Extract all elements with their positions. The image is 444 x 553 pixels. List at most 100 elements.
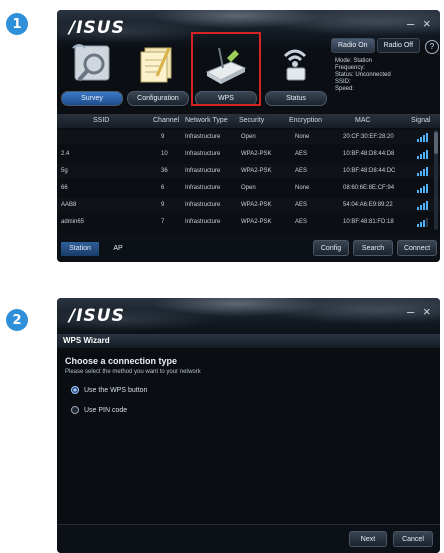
wizard-title: WPS Wizard bbox=[57, 334, 440, 348]
cell-security: Open bbox=[241, 134, 256, 140]
minimize-button[interactable]: – bbox=[407, 16, 414, 31]
cell-security: WPA2-PSK bbox=[241, 168, 272, 174]
cell-ssid: 5g bbox=[61, 168, 68, 174]
cell-encryption: AES bbox=[295, 202, 308, 208]
cell-type: Infrastructure bbox=[185, 134, 221, 140]
option-label: Use PIN code bbox=[84, 406, 128, 414]
radio-unselected-icon[interactable] bbox=[71, 406, 79, 414]
wizard-footer: Next Cancel bbox=[57, 524, 440, 553]
signal-strength-icon bbox=[417, 217, 428, 227]
cell-security: WPA2-PSK bbox=[241, 219, 272, 225]
network-table-header: SSID Channel Network Type Security Encry… bbox=[57, 114, 440, 128]
col-security[interactable]: Security bbox=[239, 114, 264, 128]
step-badge-2: 2 bbox=[6, 309, 28, 331]
step-badge-1: 1 bbox=[6, 13, 28, 35]
cell-channel: 9 bbox=[161, 202, 165, 208]
cell-ssid: 2.4 bbox=[61, 151, 70, 157]
signal-strength-icon bbox=[417, 166, 428, 176]
help-icon[interactable]: ? bbox=[425, 40, 439, 54]
cell-mac: 20:CF:30:EF:28:20 bbox=[343, 134, 394, 140]
status-line: Mode: Station bbox=[335, 58, 373, 64]
cell-mac: 10:BF:48:81:FD:18 bbox=[343, 219, 394, 225]
signal-strength-icon bbox=[417, 200, 428, 210]
status-line: SSID: bbox=[335, 79, 351, 85]
table-scroll-thumb[interactable] bbox=[434, 132, 438, 154]
status-line: Frequency: bbox=[335, 65, 366, 71]
bottom-toolbar: Station AP Config Search Connect bbox=[57, 234, 440, 262]
next-button[interactable]: Next bbox=[349, 531, 387, 547]
col-network-type[interactable]: Network Type bbox=[185, 114, 228, 128]
close-button[interactable]: × bbox=[423, 16, 431, 31]
asus-utility-window: /ISUS – × Survey Configuration WPS Statu… bbox=[57, 10, 440, 262]
status-line: Status: Unconnected bbox=[335, 72, 391, 78]
cell-ssid: 66 bbox=[61, 185, 68, 191]
option-wps-button[interactable]: Use the WPS button bbox=[71, 386, 147, 394]
tab-station[interactable]: Station bbox=[61, 242, 99, 256]
cell-channel: 6 bbox=[161, 185, 165, 191]
cell-type: Infrastructure bbox=[185, 219, 221, 225]
cell-type: Infrastructure bbox=[185, 168, 221, 174]
radio-on-button[interactable]: Radio On bbox=[331, 38, 375, 53]
connect-button[interactable]: Connect bbox=[397, 240, 437, 256]
connection-status: Mode: Station Frequency: Status: Unconne… bbox=[335, 58, 391, 93]
cell-encryption: AES bbox=[295, 168, 308, 174]
signal-strength-icon bbox=[417, 183, 428, 193]
signal-strength-icon bbox=[417, 132, 428, 142]
asus-logo: /ISUS bbox=[69, 18, 125, 38]
cell-encryption: AES bbox=[295, 219, 308, 225]
status-signal-icon bbox=[283, 49, 307, 81]
cell-encryption: AES bbox=[295, 151, 308, 157]
cell-mac: 10:BF:48:D8:44:D8 bbox=[343, 151, 395, 157]
col-signal[interactable]: Signal bbox=[411, 114, 430, 128]
status-line: Speed: bbox=[335, 86, 355, 92]
col-encryption[interactable]: Encryption bbox=[289, 114, 322, 128]
table-row[interactable]: 9 Infrastructure Open None 20:CF:30:EF:28:20 bbox=[57, 130, 440, 144]
option-label: Use the WPS button bbox=[84, 386, 148, 394]
cell-channel: 9 bbox=[161, 134, 165, 140]
asus-logo: /ISUS bbox=[69, 306, 125, 326]
cell-type: Infrastructure bbox=[185, 202, 221, 208]
config-button[interactable]: Config bbox=[313, 240, 349, 256]
col-mac[interactable]: MAC bbox=[355, 114, 371, 128]
cell-channel: 7 bbox=[161, 219, 165, 225]
cell-mac: 08:60:6E:8E:CF:94 bbox=[343, 185, 395, 191]
nav-configuration-label: Configuration bbox=[127, 91, 189, 106]
wizard-instruction: Please select the method you want to you… bbox=[65, 369, 201, 375]
network-table-body: 9 Infrastructure Open None 20:CF:30:EF:28:20… bbox=[57, 128, 440, 232]
cell-security: Open bbox=[241, 185, 256, 191]
cell-ssid: AAB8 bbox=[61, 202, 77, 208]
radio-off-button[interactable]: Radio Off bbox=[376, 38, 421, 53]
cell-type: Infrastructure bbox=[185, 185, 221, 191]
survey-icon bbox=[72, 44, 110, 82]
cell-security: WPA2-PSK bbox=[241, 202, 272, 208]
minimize-button[interactable]: – bbox=[407, 304, 414, 319]
nav-configuration[interactable]: Configuration bbox=[127, 40, 189, 106]
table-row[interactable]: 66 6 Infrastructure Open None 08:60:6E:8E:CF:… bbox=[57, 181, 440, 195]
cell-encryption: None bbox=[295, 134, 310, 140]
col-ssid[interactable]: SSID bbox=[93, 114, 109, 128]
signal-strength-icon bbox=[417, 149, 428, 159]
search-button[interactable]: Search bbox=[353, 240, 393, 256]
radio-selected-icon[interactable] bbox=[71, 386, 79, 394]
table-row[interactable]: admin65 7 Infrastructure WPA2-PSK AES 10:BF:4… bbox=[57, 215, 440, 229]
nav-survey[interactable]: Survey bbox=[61, 40, 123, 106]
table-row[interactable]: 5g 36 Infrastructure WPA2-PSK AES 10:BF:48:D8… bbox=[57, 164, 440, 178]
cell-mac: 10:BF:48:D8:44:DC bbox=[343, 168, 396, 174]
table-row[interactable]: 2.4 10 Infrastructure WPA2-PSK AES 10:BF:48:D… bbox=[57, 147, 440, 161]
close-button[interactable]: × bbox=[423, 304, 431, 319]
nav-status-label: Status bbox=[265, 91, 327, 106]
col-channel[interactable]: Channel bbox=[153, 114, 179, 128]
nav-status[interactable]: Status bbox=[265, 40, 327, 106]
cell-channel: 36 bbox=[161, 168, 168, 174]
table-row[interactable]: AAB8 9 Infrastructure WPA2-PSK AES 54:04:A6:E… bbox=[57, 198, 440, 212]
radio-toggle: Radio On Radio Off bbox=[331, 38, 421, 53]
tab-ap[interactable]: AP bbox=[101, 242, 135, 256]
option-pin-code[interactable]: Use PIN code bbox=[71, 406, 127, 414]
cancel-button[interactable]: Cancel bbox=[393, 531, 433, 547]
cell-channel: 10 bbox=[161, 151, 168, 157]
cell-mac: 54:04:A6:E9:89:22 bbox=[343, 202, 393, 208]
wizard-heading: Choose a connection type bbox=[65, 356, 178, 366]
configuration-icon bbox=[140, 47, 172, 83]
wps-highlight-box bbox=[191, 32, 261, 106]
cell-type: Infrastructure bbox=[185, 151, 221, 157]
